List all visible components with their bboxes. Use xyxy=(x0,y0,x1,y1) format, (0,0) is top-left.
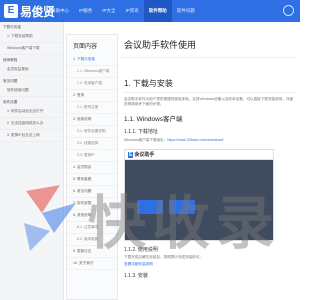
install-heading: 1.1.3. 安装 xyxy=(124,273,148,279)
screenshot-download-button xyxy=(169,200,195,214)
toc-item[interactable]: 8. 其他说明 xyxy=(67,210,117,222)
left-sidebar: 下载与安装 1. 下载安装帮助 Windows客户端下载 使用教程 会员权益使用 常见问题… xyxy=(0,22,64,300)
download-line: Windows客户端下载地址：https://www.33fuwu.com/do… xyxy=(124,138,294,143)
toc-item[interactable]: 1. 下载与安装 xyxy=(67,54,117,66)
intro-text: 会议助手软件为用户提供便捷的使用体验，支持Windows设备以及安卓设备，可以直… xyxy=(124,97,294,106)
topbar-actions xyxy=(283,5,294,16)
nav-item[interactable]: 软件帮助 xyxy=(143,0,172,22)
nav-item[interactable]: 帮助中心 xyxy=(46,0,74,22)
screenshot-image: E 会议助手 xyxy=(124,149,274,241)
sidebar-group-title[interactable]: 软件设置 xyxy=(0,97,63,106)
toc-item[interactable]: 9. 更新日志 xyxy=(67,246,117,258)
user-icon[interactable] xyxy=(283,5,294,16)
toc-item[interactable]: 10. 关于我们 xyxy=(67,258,117,270)
toc-item[interactable]: 3.3. 更换IP xyxy=(67,150,117,162)
section-heading: 1. 下载与安装 xyxy=(124,78,297,93)
usage-heading: 1.1.2. 使用说明 xyxy=(124,247,158,253)
logo-mark: E xyxy=(4,4,18,18)
toc-panel: 页面内容 1. 下载与安装 1.1. Windows客户端 1.2. 安卓客户端 2.… xyxy=(66,34,118,300)
toc-item[interactable]: 2.1. 账号注册 xyxy=(67,102,117,114)
main-nav: 帮助中心 IP服务 IP大全 IP资讯 软件帮助 软件问题 xyxy=(46,0,200,22)
screenshot-header: E 会议助手 xyxy=(125,150,273,160)
toc-item[interactable]: 6. 常见问题 xyxy=(67,186,117,198)
page-title: 会议助手软件使用 xyxy=(121,34,297,58)
nav-item[interactable]: IP大全 xyxy=(97,0,120,22)
top-nav-bar: E 易俊贤 帮助中心 IP服务 IP大全 IP资讯 软件帮助 软件问题 xyxy=(0,0,300,22)
sub-subsection-heading: 1.1.1. 下载地址 xyxy=(124,129,158,135)
toc-item[interactable]: 3.1. 软件设置说明 xyxy=(67,126,117,138)
download-prefix: Windows客户端下载地址： xyxy=(124,138,168,142)
toc-item[interactable]: 3.2. 线路选择 xyxy=(67,138,117,150)
sidebar-item[interactable]: 3. 更换IP后无法上网 xyxy=(0,130,63,142)
toc-item[interactable]: 8.1. 注意事项 xyxy=(67,222,117,234)
sidebar-item[interactable]: 会员权益使用 xyxy=(0,64,63,76)
toc-item[interactable]: 5. 联系客服 xyxy=(67,174,117,186)
nav-item[interactable]: IP资讯 xyxy=(121,0,144,22)
nav-item[interactable]: IP服务 xyxy=(74,0,97,22)
below-section: 1.1.2. 使用说明 下载完成后解压安装包，按照提示完成安装即可。 查看详细安… xyxy=(121,246,297,279)
sidebar-item[interactable]: 1. 软件启动后无法打开 xyxy=(0,106,63,118)
sidebar-item[interactable]: 1. 下载安装帮助 xyxy=(0,31,63,43)
sidebar-item[interactable]: Windows客户端下载 xyxy=(0,43,63,55)
toc-list: 1. 下载与安装 1.1. Windows客户端 1.2. 安卓客户端 2. 登录 2.… xyxy=(67,54,117,270)
subsection-heading: 1.1. Windows客户端 xyxy=(124,116,183,123)
toc-item[interactable]: 4. 会员购买 xyxy=(67,162,117,174)
toc-item[interactable]: 3. 使用说明 xyxy=(67,114,117,126)
sidebar-group-title[interactable]: 使用教程 xyxy=(0,55,63,64)
toc-title: 页面内容 xyxy=(73,44,98,50)
toc-item[interactable]: 1.2. 安卓客户端 xyxy=(67,78,117,90)
toc-item[interactable]: 8.2. 版本更新 xyxy=(67,234,117,246)
screenshot-download-button xyxy=(137,200,163,214)
screenshot-logo: E 会议助手 xyxy=(128,152,155,158)
toc-item[interactable]: 7. 软件卸载 xyxy=(67,198,117,210)
nav-item[interactable]: 软件问题 xyxy=(172,0,200,22)
sidebar-item[interactable]: 软件使用问题 xyxy=(0,85,63,97)
toc-item[interactable]: 2. 登录 xyxy=(67,90,117,102)
usage-link[interactable]: 查看详细安装说明 xyxy=(124,262,294,267)
sidebar-group-title[interactable]: 下载与安装 xyxy=(0,22,63,31)
sidebar-group-title[interactable]: 常见问题 xyxy=(0,76,63,85)
main-content: 会议助手软件使用 1. 下载与安装 会议助手软件为用户提供便捷的使用体验，支持W… xyxy=(121,34,297,300)
sidebar-item[interactable]: 2. 无法连接网络怎么办 xyxy=(0,118,63,130)
usage-text: 下载完成后解压安装包，按照提示完成安装即可。 xyxy=(124,255,204,259)
download-link[interactable]: https://www.33fuwu.com/download/ xyxy=(167,138,223,142)
toc-item[interactable]: 1.1. Windows客户端 xyxy=(67,66,117,78)
screenshot-banner xyxy=(125,160,273,240)
